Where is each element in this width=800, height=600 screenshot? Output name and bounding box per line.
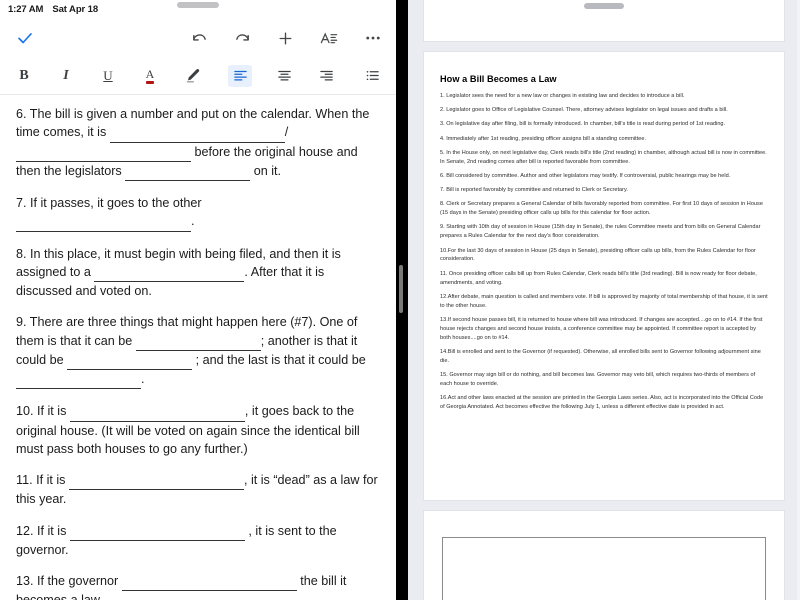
document-viewer-pane[interactable]: How a Bill Becomes a Law 1. Legislator s… [408,0,800,600]
question-text: / [284,125,289,140]
worksheet-question[interactable]: 8. In this place, it must begin with bei… [16,245,380,301]
answer-blank[interactable] [16,370,141,390]
underline-label: U [103,67,113,83]
redo-icon[interactable] [234,30,251,47]
bill-step: 11. Once presiding officer calls bill up… [440,270,757,286]
bill-step: 5. In the House only, on next legislativ… [440,149,767,165]
answer-blank[interactable] [67,351,193,370]
question-text: . [191,214,195,229]
worksheet-question[interactable]: 13. If the governor the bill it becomes … [16,572,380,600]
document-table-box [442,537,766,600]
viewer-drag-handle[interactable] [584,3,624,9]
scrollbar-thumb[interactable] [399,265,403,313]
worksheet-question[interactable]: 6. The bill is given a number and put on… [16,105,380,181]
document-page-current: How a Bill Becomes a Law 1. Legislator s… [423,51,785,501]
question-text: . [141,372,145,386]
align-center-icon[interactable] [274,66,294,86]
question-text: ; and the last is that it could be [192,352,366,367]
question-number: 11. [16,473,37,487]
italic-icon[interactable]: I [56,66,76,86]
right-pane-drag-handle-area [408,3,800,9]
align-left-icon[interactable] [228,64,252,87]
bold-icon[interactable]: B [14,66,34,86]
split-view-divider[interactable] [396,0,408,600]
question-number: 9. [16,315,30,330]
worksheet-question[interactable]: 12. If it is , it is sent to the governo… [16,522,380,560]
answer-blank[interactable] [69,402,245,422]
bill-step: 6. Bill considered by committee. Author … [440,172,731,179]
bill-step: 8. Clerk or Secretary prepares a General… [440,201,763,217]
split-screen-root: 1:27 AM Sat Apr 18 B I U A 6. The bill i… [0,0,800,600]
text-color-label: A [145,68,154,84]
checkmark-icon[interactable] [16,29,34,47]
document-page-next [423,510,785,600]
more-options-icon[interactable] [364,29,382,47]
bill-step: 1. Legislator sees the need for a new la… [440,93,685,99]
format-toolbar: B I U A [0,57,396,95]
worksheet-body[interactable]: 6. The bill is given a number and put on… [16,105,380,600]
worksheet-question[interactable]: 11. If it is , it is “dead” as a law for… [16,471,380,509]
question-number: 8. [16,246,31,261]
question-text: If it passes, it goes to the other [30,196,202,210]
status-date: Sat Apr 18 [52,4,99,15]
answer-blank[interactable] [68,471,244,491]
answer-blank[interactable] [109,123,285,143]
bill-step: 2. Legislator goes to Office of Legislat… [440,107,728,114]
bill-step: 3. On legislative day after filing, bill… [440,121,726,128]
bill-step: 15. Governor may sign bill or do nothing… [440,372,756,388]
bill-step: 16.Act and other laws enacted at the ses… [440,395,764,411]
bill-step: 9. Starting with 10th day of session in … [440,224,761,240]
status-time: 1:27 AM [8,4,44,15]
text-format-icon[interactable] [320,30,338,47]
bill-step: 14.Bill is enrolled and sent to the Gove… [440,349,761,365]
question-number: 10. [16,404,38,419]
answer-blank[interactable] [125,162,251,181]
highlighter-pen-icon[interactable] [182,66,202,86]
text-color-icon[interactable]: A [140,66,160,86]
question-number: 6. [16,107,30,121]
question-number: 13. [16,574,38,588]
question-number: 7. [16,196,31,210]
answer-blank[interactable] [121,572,297,592]
bill-step: 12.After debate, main question is called… [440,293,768,309]
docs-editor-pane: 1:27 AM Sat Apr 18 B I U A 6. The bill i… [0,0,396,600]
add-insert-icon[interactable] [277,30,294,47]
question-number: 12. [16,523,38,538]
underline-icon[interactable]: U [98,66,118,86]
bill-step: 13.If second house passes bill, it is re… [440,316,763,341]
worksheet-question[interactable]: 9. There are three things that might hap… [16,313,380,390]
answer-blank[interactable] [16,212,191,232]
main-toolbar [0,19,396,57]
italic-label: I [63,67,69,83]
undo-icon[interactable] [191,30,208,47]
worksheet-question[interactable]: 7. If it passes, it goes to the other . [16,194,380,232]
window-drag-handle[interactable] [177,2,219,8]
worksheet-question[interactable]: 10. If it is , it goes back to the origi… [16,402,380,458]
question-text: If it is [36,473,69,487]
worksheet-scroll-area[interactable]: 6. The bill is given a number and put on… [0,95,396,600]
bulleted-list-icon[interactable] [362,66,382,86]
bill-steps-list: 1. Legislator sees the need for a new la… [440,92,768,412]
answer-blank[interactable] [69,522,245,541]
question-text: If it is [37,523,70,538]
answer-blank[interactable] [16,143,191,162]
answer-blank[interactable] [135,332,261,351]
question-text: on it. [250,163,282,178]
question-text: If the governor [37,574,122,588]
page-title: How a Bill Becomes a Law [440,74,557,84]
bill-step: 7. Bill is reported favorably by committ… [440,187,628,194]
bill-step: 10.For the last 30 days of session in Ho… [440,247,756,263]
bill-step: 4. Immediately after 1st reading, presid… [440,135,647,142]
align-right-icon[interactable] [316,66,336,86]
question-text: If it is [37,404,70,419]
answer-blank[interactable] [94,263,245,282]
bold-label: B [19,67,29,83]
status-bar: 1:27 AM Sat Apr 18 [0,0,396,19]
